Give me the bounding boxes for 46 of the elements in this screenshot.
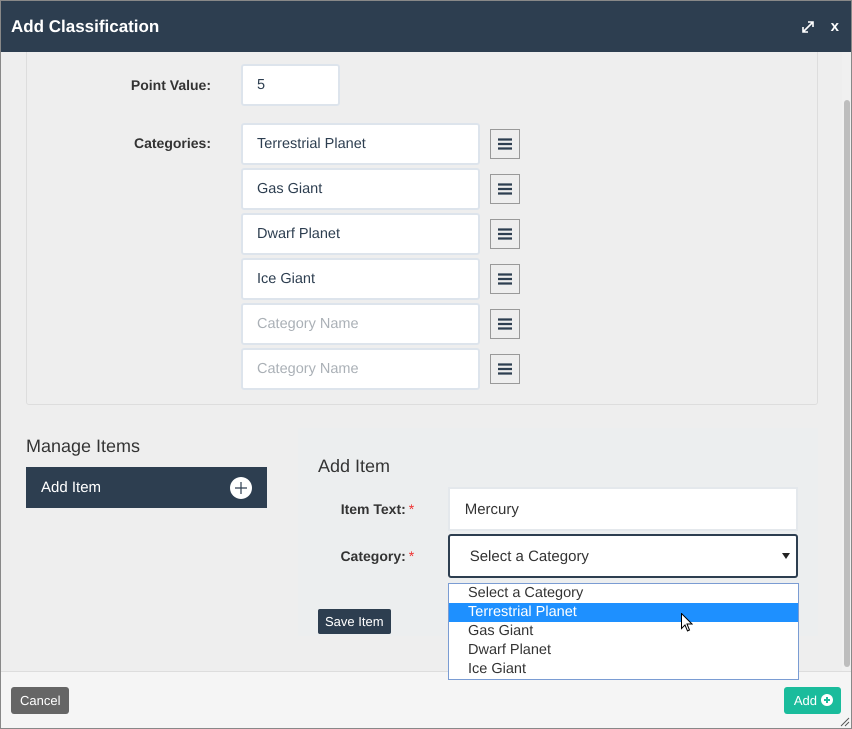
window-title: Add Classification xyxy=(11,16,160,36)
required-mark: * xyxy=(408,501,416,517)
list-item[interactable]: Add Item xyxy=(26,467,267,508)
caret-icon xyxy=(782,553,790,559)
field-label: Point Value: xyxy=(130,76,212,95)
input-field[interactable]: 5 xyxy=(241,64,340,106)
select-field[interactable]: Select a Category xyxy=(448,534,798,578)
scrollbar-thumb[interactable] xyxy=(844,100,850,667)
dropdown-option[interactable]: Select a Category xyxy=(449,584,798,603)
item-label: Add Item xyxy=(41,479,102,496)
input-field[interactable]: Ice Giant xyxy=(241,258,480,300)
menu-icon xyxy=(498,228,512,240)
menu-button[interactable] xyxy=(490,219,520,249)
field-label: Item Text: xyxy=(340,501,406,517)
plus-circle-icon xyxy=(821,694,833,706)
menu-icon xyxy=(498,138,512,150)
required-mark: * xyxy=(408,548,416,564)
menu-button[interactable] xyxy=(490,309,520,339)
menu-button[interactable] xyxy=(490,354,520,384)
input-field[interactable]: Gas Giant xyxy=(241,168,480,210)
menu-button[interactable] xyxy=(490,129,520,159)
expand-icon[interactable] xyxy=(800,20,815,34)
menu-icon xyxy=(498,183,512,195)
close-button[interactable]: x xyxy=(828,18,841,35)
cancel-button[interactable]: Cancel xyxy=(11,686,70,714)
menu-icon xyxy=(498,318,512,330)
field-label: Categories: xyxy=(132,134,212,153)
resize-grip-icon[interactable] xyxy=(840,717,850,727)
menu-button[interactable] xyxy=(490,174,520,204)
plus-icon[interactable] xyxy=(230,476,252,498)
dropdown-option[interactable]: Gas Giant xyxy=(449,622,798,641)
field-label: Category: xyxy=(339,548,406,564)
input-field[interactable]: Dwarf Planet xyxy=(241,213,480,255)
input-field[interactable]: Mercury xyxy=(448,487,798,531)
save-button[interactable]: Save Item xyxy=(318,609,391,634)
menu-icon xyxy=(498,273,512,285)
section-heading: Manage Items xyxy=(26,436,142,457)
input-field[interactable]: Category Name xyxy=(241,303,480,345)
menu-button[interactable] xyxy=(490,264,520,294)
dropdown-option[interactable]: Dwarf Planet xyxy=(449,641,798,660)
menu-icon xyxy=(498,363,512,375)
input-field[interactable]: Terrestrial Planet xyxy=(241,123,480,165)
dropdown-option[interactable]: Ice Giant xyxy=(449,660,798,679)
input-field[interactable]: Category Name xyxy=(241,348,480,390)
cursor-icon xyxy=(681,613,693,632)
section-heading: Add Item xyxy=(318,456,392,477)
